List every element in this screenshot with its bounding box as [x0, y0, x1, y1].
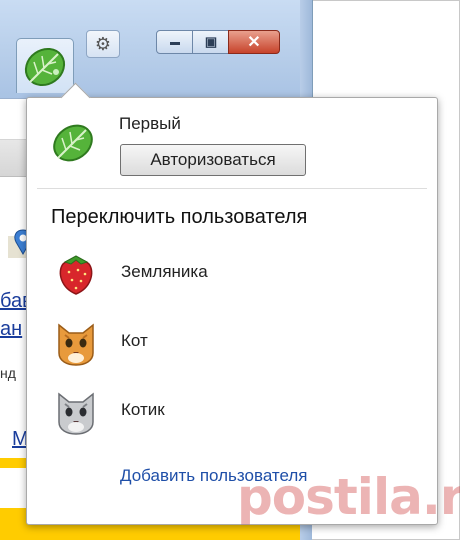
- divider: [37, 188, 427, 189]
- gray-cat-icon: [58, 392, 94, 435]
- minimize-icon: ▬: [170, 36, 180, 48]
- close-icon: ✕: [247, 34, 261, 51]
- page-link[interactable]: ан: [0, 318, 22, 341]
- minimize-button[interactable]: ▬: [156, 30, 194, 54]
- user-name: Земляника: [121, 262, 208, 281]
- switch-user-heading: Переключить пользователя: [51, 206, 308, 228]
- user-name: Котик: [121, 400, 165, 419]
- page-text: нд: [0, 365, 16, 381]
- profile-menu-popup: Первый Авторизоваться Переключить пользо…: [26, 82, 438, 525]
- orange-cat-icon: [58, 323, 94, 366]
- user-name: Кот: [121, 331, 148, 350]
- leaf-icon: [24, 47, 66, 87]
- maximize-icon: ▣: [204, 34, 218, 49]
- user-item-kotik[interactable]: Котик: [51, 386, 411, 436]
- leaf-icon: [53, 124, 93, 162]
- sign-in-button[interactable]: Авторизоваться: [120, 144, 306, 176]
- settings-button[interactable]: ⚙: [86, 30, 120, 58]
- current-user-name: Первый: [119, 114, 181, 133]
- watermark: postila.ru: [237, 468, 460, 526]
- user-item-zemlyanika[interactable]: Земляника: [51, 248, 411, 298]
- maximize-button[interactable]: ▣: [192, 30, 230, 54]
- user-item-kot[interactable]: Кот: [51, 317, 411, 367]
- strawberry-icon: [59, 255, 93, 295]
- profile-button[interactable]: [16, 38, 74, 93]
- gear-icon: ⚙: [94, 33, 112, 54]
- close-button[interactable]: ✕: [228, 30, 280, 54]
